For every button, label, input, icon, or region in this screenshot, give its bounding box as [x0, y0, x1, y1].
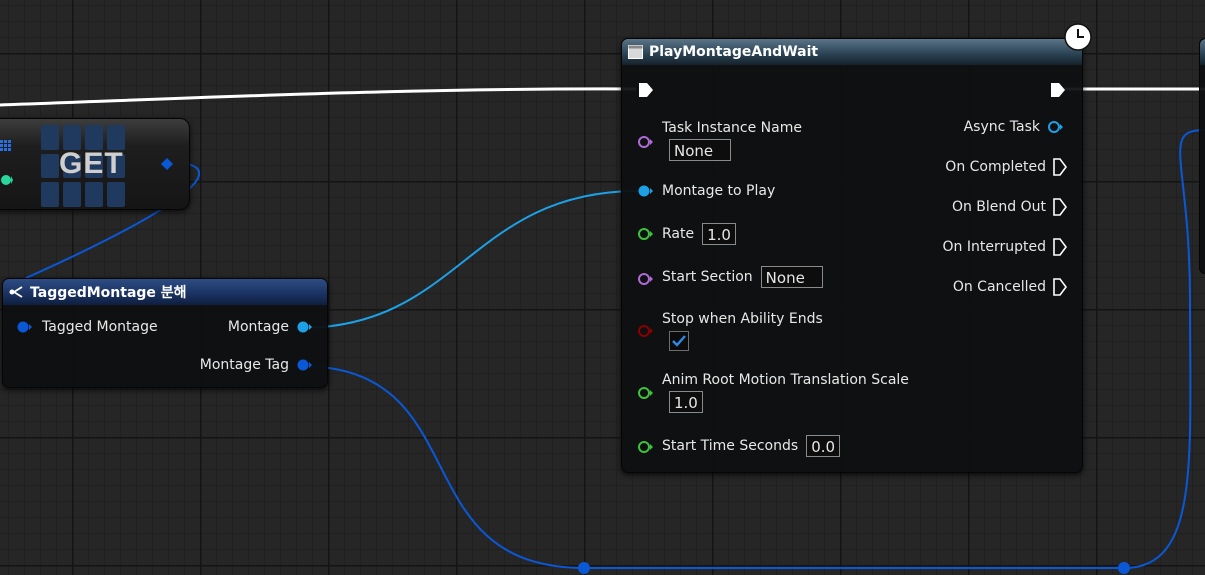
start-section-row: Start Section None — [662, 266, 823, 288]
montage-output-row[interactable]: Montage — [228, 319, 313, 335]
anim-root-motion-label: Anim Root Motion Translation Scale — [662, 372, 909, 388]
tagged-montage-input-row[interactable]: Tagged Montage — [17, 319, 158, 335]
rate-label: Rate — [662, 226, 695, 242]
montage-tag-output-label: Montage Tag — [199, 357, 289, 373]
on-interrupted-output-row[interactable]: On Interrupted — [943, 238, 1068, 256]
float-pin-icon[interactable] — [638, 440, 654, 454]
task-instance-name-label-row: Task Instance Name — [662, 120, 802, 136]
on-cancelled-output-row[interactable]: On Cancelled — [953, 278, 1068, 296]
get-input-pin[interactable] — [1, 173, 13, 187]
float-pin-icon[interactable] — [638, 386, 654, 400]
on-blend-out-output-row[interactable]: On Blend Out — [952, 198, 1068, 216]
float-pin-icon[interactable] — [638, 227, 654, 241]
start-time-seconds-field[interactable]: 0.0 — [806, 435, 841, 457]
tagged-montage-header[interactable]: TaggedMontage 분해 — [3, 279, 327, 305]
array-icon — [0, 140, 11, 151]
exec-wire-in — [0, 87, 637, 107]
start-section-label: Start Section — [662, 269, 753, 285]
montage-tag-output-row[interactable]: Montage Tag — [200, 357, 313, 373]
on-interrupted-label: On Interrupted — [942, 239, 1046, 255]
anim-root-motion-row: Anim Root Motion Translation Scale — [662, 372, 909, 388]
anim-root-motion-field[interactable]: 1.0 — [669, 391, 703, 413]
exec-output-pin[interactable] — [1050, 82, 1066, 98]
exec-output-pin-icon[interactable] — [1052, 238, 1068, 256]
exec-output-pin-icon[interactable] — [1052, 278, 1068, 296]
start-time-seconds-label: Start Time Seconds — [662, 438, 799, 454]
get-node[interactable]: GET — [0, 118, 190, 210]
on-cancelled-label: On Cancelled — [952, 279, 1046, 295]
get-label: GET — [59, 147, 124, 180]
task-instance-name-field[interactable]: None — [669, 139, 731, 161]
break-struct-icon — [9, 286, 23, 298]
struct-pin-icon[interactable] — [297, 359, 313, 371]
play-montage-header[interactable]: PlayMontageAndWait — [622, 39, 1082, 65]
function-icon — [628, 45, 643, 59]
start-section-field[interactable]: None — [760, 266, 823, 288]
play-montage-and-wait-node[interactable]: PlayMontageAndWait Task Instance Name No… — [621, 38, 1083, 473]
offscreen-node[interactable] — [1199, 38, 1205, 274]
stop-when-ability-ends-row: Stop when Ability Ends — [662, 311, 823, 327]
async-task-output-row[interactable]: Async Task — [964, 119, 1064, 135]
checkmark-icon — [672, 335, 686, 347]
name-pin-icon[interactable] — [638, 135, 654, 149]
async-task-pin-icon[interactable] — [1048, 120, 1064, 134]
on-blend-out-label: On Blend Out — [951, 199, 1046, 215]
exec-output-pin-icon[interactable] — [1052, 158, 1068, 176]
on-completed-output-row[interactable]: On Completed — [945, 158, 1068, 176]
montage-wire — [299, 190, 639, 329]
rate-row: Rate 1.0 — [662, 223, 736, 245]
object-pin-icon[interactable] — [638, 184, 654, 198]
montage-to-play-label: Montage to Play — [662, 183, 776, 199]
on-completed-label: On Completed — [945, 159, 1046, 175]
tagged-montage-input-label: Tagged Montage — [42, 319, 158, 335]
exec-output-pin-icon[interactable] — [1052, 198, 1068, 216]
stop-when-ability-ends-label: Stop when Ability Ends — [662, 311, 823, 327]
montage-output-label: Montage — [227, 319, 289, 335]
task-instance-name-label: Task Instance Name — [662, 120, 802, 136]
rate-field[interactable]: 1.0 — [702, 223, 736, 245]
object-pin-icon[interactable] — [297, 321, 313, 333]
name-pin-icon[interactable] — [638, 272, 654, 286]
exec-input-pin[interactable] — [638, 82, 654, 98]
play-montage-title: PlayMontageAndWait — [649, 44, 819, 60]
async-task-label: Async Task — [963, 119, 1040, 135]
tagged-montage-break-node[interactable]: TaggedMontage 분해 Tagged Montage Montage … — [2, 278, 328, 388]
clock-icon — [1064, 23, 1092, 51]
reroute-knot-2[interactable] — [1118, 562, 1130, 574]
struct-pin-icon[interactable] — [17, 321, 33, 333]
montage-to-play-row: Montage to Play — [662, 183, 775, 199]
stop-when-ability-ends-checkbox[interactable] — [669, 331, 689, 351]
tagged-montage-title: TaggedMontage 분해 — [30, 285, 187, 301]
start-time-seconds-row: Start Time Seconds 0.0 — [662, 435, 841, 457]
get-output-pin[interactable] — [160, 157, 174, 171]
reroute-knot-1[interactable] — [578, 562, 590, 574]
offscreen-node-header — [1200, 39, 1205, 65]
bool-pin-icon[interactable] — [638, 324, 654, 338]
